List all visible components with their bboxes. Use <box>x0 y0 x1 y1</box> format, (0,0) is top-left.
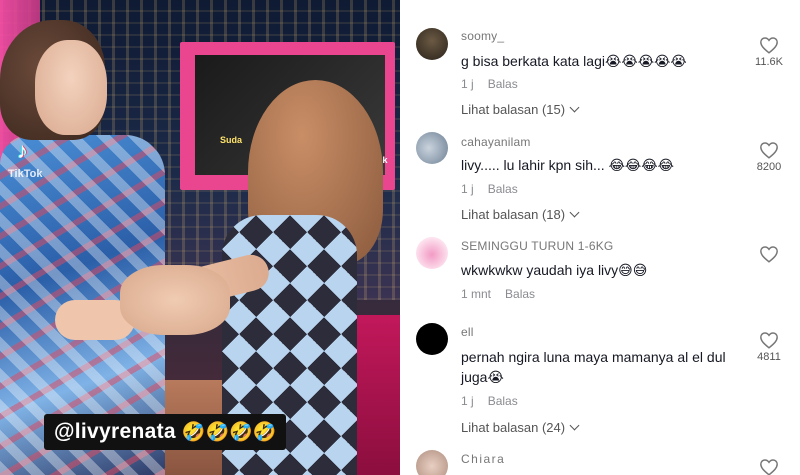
comment-text: wkwkwkw yaudah iya livy😅😅 <box>461 262 648 278</box>
heart-icon <box>760 246 778 263</box>
view-replies-button[interactable]: Lihat balasan (18) <box>461 207 580 222</box>
comment-meta: 1 j Balas <box>461 182 518 196</box>
heart-icon <box>760 142 778 159</box>
avatar[interactable] <box>416 28 448 60</box>
comment-text: livy..... lu lahir kpn sih... 😂😂😂😂 <box>461 157 675 173</box>
comment-meta: 1 j Balas <box>461 394 518 408</box>
view-replies-label: Lihat balasan (15) <box>461 102 566 117</box>
heart-icon <box>760 459 778 475</box>
chevron-down-icon <box>569 207 580 218</box>
comment-text: pernah ngira luna maya mamanya al el dul… <box>461 349 726 385</box>
view-replies-label: Lihat balasan (18) <box>461 207 566 222</box>
screen-text-left: Suda <box>220 135 243 145</box>
like-button[interactable] <box>752 458 786 475</box>
video-player[interactable]: Suda Kocok ♪ TikTok @livyrenata 🤣🤣🤣🤣 <box>0 0 400 475</box>
like-count: 8200 <box>756 161 782 173</box>
comment-time: 1 j <box>461 182 474 196</box>
avatar[interactable] <box>416 450 448 475</box>
comment-time: 1 j <box>461 394 474 408</box>
comments-panel[interactable]: soomy_ g bisa berkata kata lagi😭😭😭😭😭 1 j… <box>400 0 800 475</box>
menu-dots-icon[interactable] <box>766 0 784 4</box>
like-button[interactable]: 4811 <box>752 331 786 363</box>
comment-text: g bisa berkata kata lagi😭😭😭😭😭 <box>461 53 687 69</box>
comment-username[interactable]: ell <box>461 325 474 339</box>
avatar[interactable] <box>416 132 448 164</box>
view-replies-button[interactable]: Lihat balasan (15) <box>461 102 580 117</box>
chevron-down-icon <box>569 420 580 431</box>
heart-icon <box>760 37 778 54</box>
comment-username[interactable]: soomy_ <box>461 29 504 43</box>
like-button[interactable] <box>752 245 786 263</box>
like-count: 11.6K <box>755 56 783 68</box>
comment-time: 1 j <box>461 77 474 91</box>
video-caption: @livyrenata 🤣🤣🤣🤣 <box>44 414 287 450</box>
avatar[interactable] <box>416 323 448 355</box>
holding-hands <box>120 265 230 335</box>
reply-button[interactable]: Balas <box>488 182 518 196</box>
reply-button[interactable]: Balas <box>488 394 518 408</box>
comment-username[interactable]: Chiara <box>461 452 505 466</box>
heart-icon <box>760 332 778 349</box>
comment-username[interactable]: cahayanilam <box>461 135 531 149</box>
like-count: 4811 <box>757 351 781 363</box>
tiktok-logo-icon: ♪ <box>17 138 28 163</box>
caption-emojis: 🤣🤣🤣🤣 <box>181 422 277 443</box>
reply-button[interactable]: Balas <box>488 77 518 91</box>
reply-button[interactable]: Balas <box>505 287 535 301</box>
comment-username[interactable]: SEMINGGU TURUN 1-6KG <box>461 239 613 253</box>
comment-time: 1 mnt <box>461 287 492 301</box>
view-replies-label: Lihat balasan (24) <box>461 420 566 435</box>
like-button[interactable]: 11.6K <box>752 36 786 68</box>
caption-handle: @livyrenata <box>54 420 176 443</box>
chevron-down-icon <box>569 102 580 113</box>
comment-meta: 1 mnt Balas <box>461 287 535 301</box>
tiktok-watermark: TikTok <box>8 168 43 180</box>
comment-meta: 1 j Balas <box>461 77 518 91</box>
like-button[interactable]: 8200 <box>752 141 786 173</box>
person-left-face <box>35 40 107 135</box>
view-replies-button[interactable]: Lihat balasan (24) <box>461 420 580 435</box>
avatar[interactable] <box>416 237 448 269</box>
